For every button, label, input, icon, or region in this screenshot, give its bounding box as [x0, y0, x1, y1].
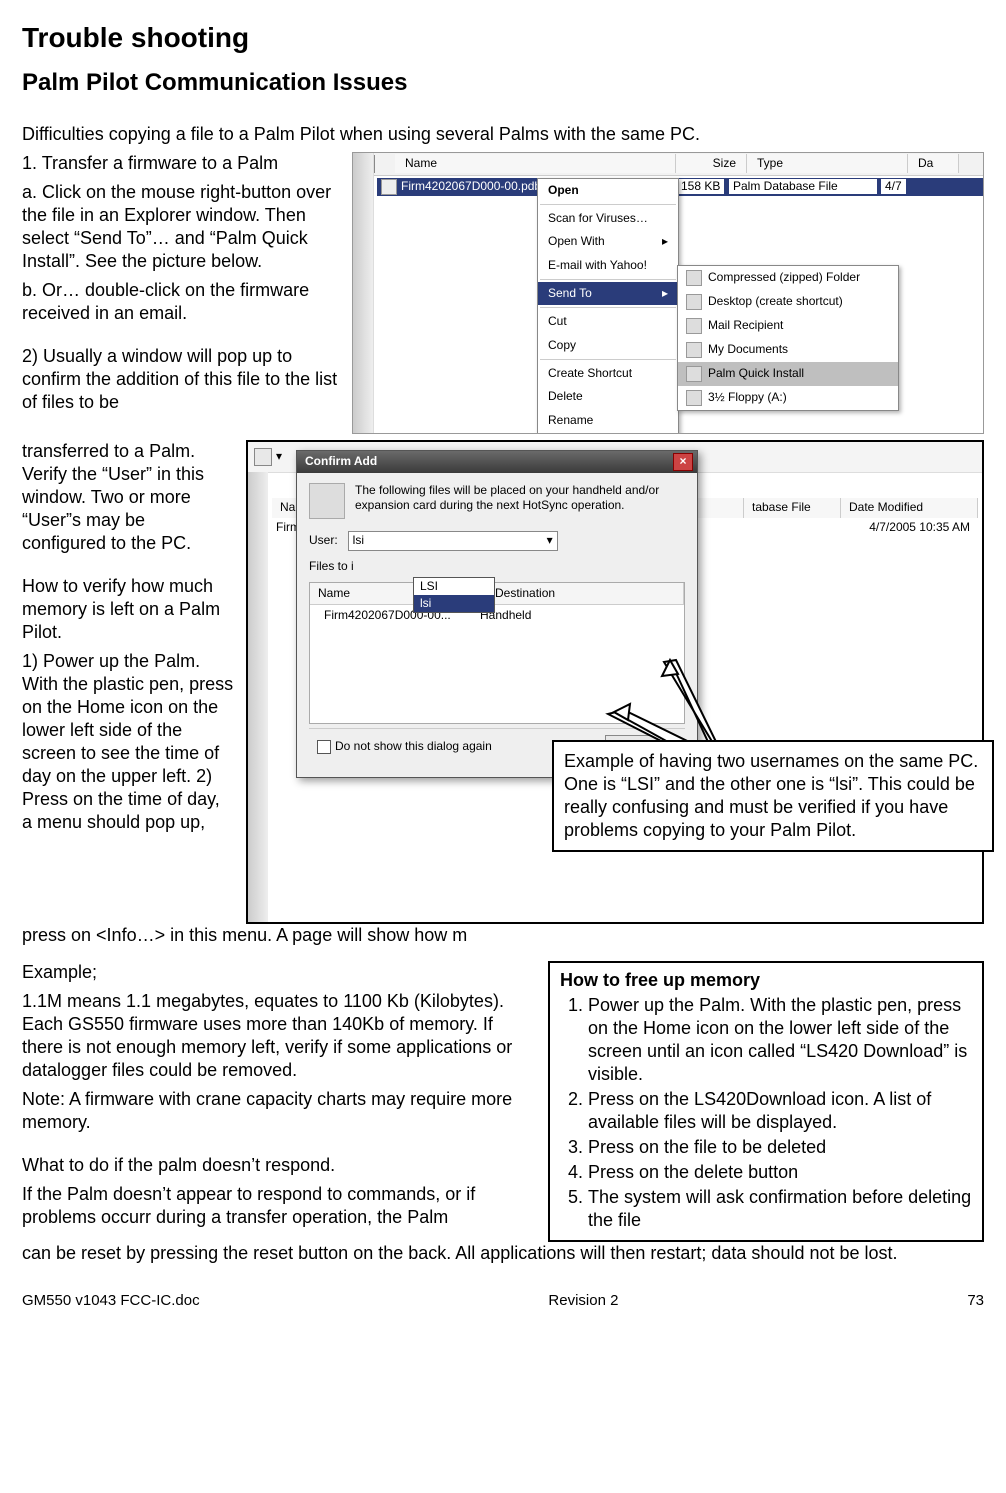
menu-cut[interactable]: Cut	[538, 310, 678, 333]
file-da: 4/7	[881, 179, 906, 194]
page-subtitle: Palm Pilot Communication Issues	[22, 68, 984, 99]
col-destination[interactable]: Destination	[487, 583, 684, 604]
callout-box: Example of having two usernames on the s…	[552, 740, 994, 852]
footer-left: GM550 v1043 FCC-IC.doc	[22, 1291, 200, 1310]
col-name[interactable]: Name	[395, 154, 676, 173]
norespond-body-part1: If the Palm doesn’t appear to respond to…	[22, 1183, 530, 1229]
file-row[interactable]: Firm4202067D000-00... Handheld	[310, 605, 684, 626]
norespond-body-part2: can be reset by pressing the reset butto…	[22, 1242, 984, 1265]
checkbox-icon	[317, 740, 331, 754]
step1a-text: a. Click on the mouse right-button over …	[22, 181, 340, 273]
menu-shortcut[interactable]: Create Shortcut	[538, 362, 678, 385]
menu-copy[interactable]: Copy	[538, 334, 678, 357]
menu-open[interactable]: Open	[538, 179, 678, 202]
file-icon	[381, 179, 397, 195]
menu-sendto[interactable]: Send To▸	[538, 282, 678, 305]
submenu-compressed[interactable]: Compressed (zipped) Folder	[678, 266, 898, 290]
freebox-item-5: The system will ask confirmation before …	[588, 1186, 972, 1232]
freebox-item-3: Press on the file to be deleted	[588, 1136, 972, 1159]
freebox-title: How to free up memory	[560, 969, 972, 992]
norespond-heading: What to do if the palm doesn’t respond.	[22, 1154, 530, 1177]
submenu-floppy[interactable]: 3½ Floppy (A:)	[678, 386, 898, 410]
submenu-mydocs[interactable]: My Documents	[678, 338, 898, 362]
zip-icon	[686, 270, 702, 286]
freebox-item-1: Power up the Palm. With the plastic pen,…	[588, 994, 972, 1086]
dont-show-checkbox[interactable]: Do not show this dialog again	[317, 739, 492, 754]
memory-heading: How to verify how much memory is left on…	[22, 575, 234, 644]
toolbar-button[interactable]	[254, 448, 272, 466]
submenu-desktop[interactable]: Desktop (create shortcut)	[678, 290, 898, 314]
file-type: Palm Database File	[729, 179, 877, 194]
menu-scan[interactable]: Scan for Viruses…	[538, 207, 678, 230]
step1-heading: 1. Transfer a firmware to a Palm	[22, 152, 340, 175]
dropdown-option-lsi-lower[interactable]: lsi	[414, 595, 494, 612]
menu-delete[interactable]: Delete	[538, 385, 678, 408]
example-heading: Example;	[22, 961, 530, 984]
freebox-item-2: Press on the LS420Download icon. A list …	[588, 1088, 972, 1134]
dialog-lead-icon	[309, 483, 345, 519]
chevron-down-icon: ▾	[547, 533, 553, 548]
step2-continued: transferred to a Palm. Verify the “User”…	[22, 440, 234, 555]
context-menu: Open Scan for Viruses… Open With▸ E-mail…	[537, 178, 679, 434]
col-size[interactable]: Size	[676, 154, 747, 173]
files-label: Files to i	[309, 559, 685, 574]
freebox-item-4: Press on the delete button	[588, 1161, 972, 1184]
file-row-selected[interactable]: Firm4202067D000-00.pdb 158 KB Palm Datab…	[377, 178, 983, 196]
submenu-mail[interactable]: Mail Recipient	[678, 314, 898, 338]
menu-rename[interactable]: Rename	[538, 409, 678, 432]
example-body: 1.1M means 1.1 megabytes, equates to 110…	[22, 990, 530, 1082]
memory-body-part: 1) Power up the Palm. With the plastic p…	[22, 650, 234, 834]
submenu-palm[interactable]: Palm Quick Install	[678, 362, 898, 386]
step1b-text: b. Or… double-click on the firmware rece…	[22, 279, 340, 325]
example-note: Note: A firmware with crane capacity cha…	[22, 1088, 530, 1134]
footer-center: Revision 2	[548, 1291, 618, 1310]
step2-text-start: 2) Usually a window will pop up to confi…	[22, 345, 340, 414]
col-type[interactable]: Type	[747, 154, 908, 173]
menu-email[interactable]: E-mail with Yahoo!	[538, 254, 678, 277]
dropdown-option-lsi-upper[interactable]: LSI	[414, 578, 494, 595]
dialog-title: Confirm Add	[305, 454, 377, 469]
intro-text: Difficulties copying a file to a Palm Pi…	[22, 123, 984, 146]
close-icon: ×	[679, 454, 686, 469]
chevron-right-icon: ▸	[662, 286, 668, 301]
desktop-icon	[686, 294, 702, 310]
close-button[interactable]: ×	[673, 453, 693, 471]
palm-icon	[686, 366, 702, 382]
user-dropdown[interactable]: lsi ▾	[348, 531, 558, 551]
col-da[interactable]: Da	[908, 154, 959, 173]
chevron-right-icon: ▸	[662, 234, 668, 249]
free-memory-box: How to free up memory Power up the Palm.…	[548, 961, 984, 1242]
user-dropdown-list: LSI lsi	[413, 577, 495, 614]
col-date[interactable]: Date Modified	[841, 498, 978, 518]
file-size: 158 KB	[677, 179, 724, 194]
col-type[interactable]: tabase File	[744, 498, 841, 518]
memory-body-end: press on <Info…> in this menu. A page wi…	[22, 924, 984, 947]
file-date: 4/7/2005 10:35 AM	[869, 520, 970, 535]
dialog-lead-text: The following files will be placed on yo…	[355, 483, 685, 519]
sendto-submenu: Compressed (zipped) Folder Desktop (crea…	[677, 265, 899, 411]
user-label: User:	[309, 533, 338, 548]
menu-openwith[interactable]: Open With▸	[538, 230, 678, 253]
page-title: Trouble shooting	[22, 20, 984, 56]
explorer-window: Name Size Type Da Firm4202067D000-00.pdb…	[352, 152, 984, 434]
floppy-icon	[686, 390, 702, 406]
mail-icon	[686, 318, 702, 334]
file-name: Firm4202067D000-00.pdb	[401, 179, 549, 194]
footer-right: 73	[967, 1291, 984, 1310]
folder-icon	[686, 342, 702, 358]
